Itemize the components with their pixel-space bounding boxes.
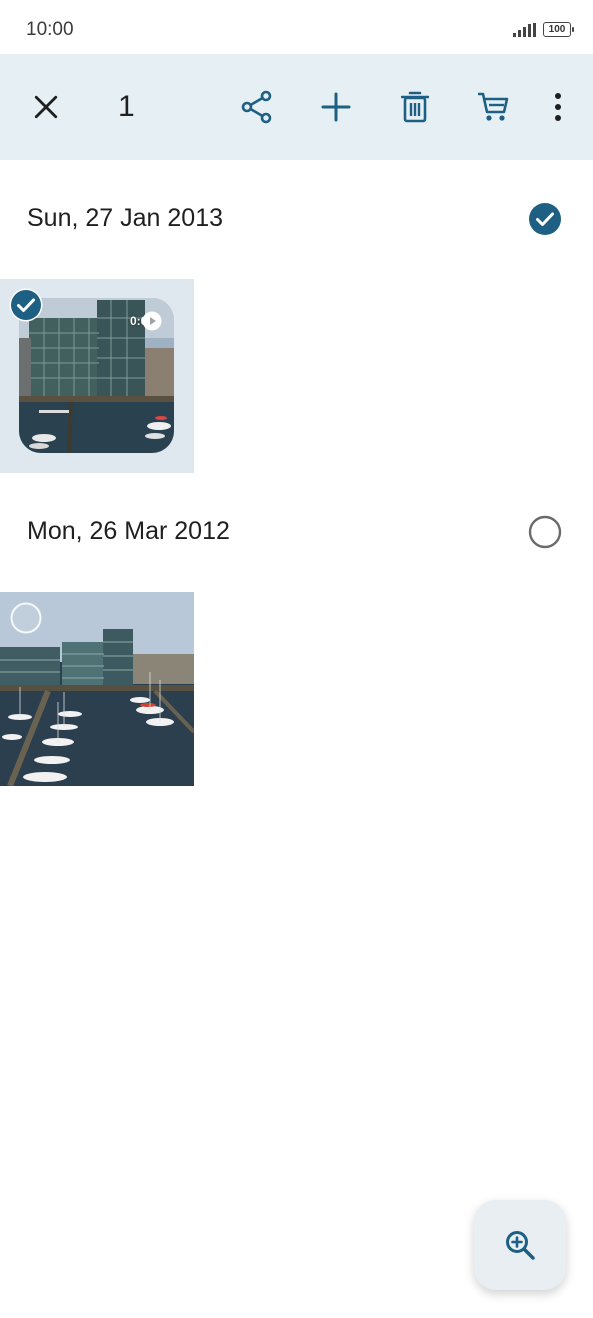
- share-button[interactable]: [230, 80, 284, 134]
- add-icon: [321, 92, 351, 122]
- status-bar: 10:00 100: [0, 0, 593, 54]
- battery-level: 100: [548, 24, 566, 35]
- media-item-video[interactable]: 0:05: [0, 279, 194, 473]
- item-select-checkbox[interactable]: [9, 601, 43, 640]
- check-circle-icon: [529, 203, 561, 235]
- item-select-checkbox[interactable]: [9, 288, 43, 327]
- zoom-in-button[interactable]: [474, 1200, 566, 1290]
- close-icon: [34, 95, 58, 119]
- add-to-album-button[interactable]: [309, 80, 363, 134]
- select-date-checkbox[interactable]: [528, 515, 562, 549]
- empty-circle-icon: [528, 515, 562, 549]
- order-prints-button[interactable]: [466, 80, 520, 134]
- selection-toolbar: 1: [0, 54, 593, 160]
- media-item-photo[interactable]: [0, 592, 194, 786]
- more-options-button[interactable]: [531, 80, 585, 134]
- cart-icon: [478, 92, 509, 121]
- select-date-checkbox[interactable]: [528, 202, 562, 236]
- close-button[interactable]: [19, 80, 73, 134]
- check-circle-icon: [9, 288, 43, 322]
- delete-button[interactable]: [388, 80, 442, 134]
- battery-icon: 100: [543, 22, 574, 37]
- signal-icon: [513, 22, 536, 37]
- zoom-in-icon: [506, 1231, 535, 1260]
- share-icon: [241, 90, 272, 124]
- selected-count: 1: [118, 90, 135, 123]
- status-indicators: 100: [513, 22, 574, 37]
- date-header: Sun, 27 Jan 2013: [27, 204, 223, 232]
- empty-circle-icon: [10, 602, 42, 634]
- status-time: 10:00: [26, 19, 74, 40]
- more-vert-icon: [555, 93, 561, 121]
- play-icon: [142, 311, 162, 331]
- delete-icon: [401, 91, 429, 123]
- date-header: Mon, 26 Mar 2012: [27, 517, 230, 545]
